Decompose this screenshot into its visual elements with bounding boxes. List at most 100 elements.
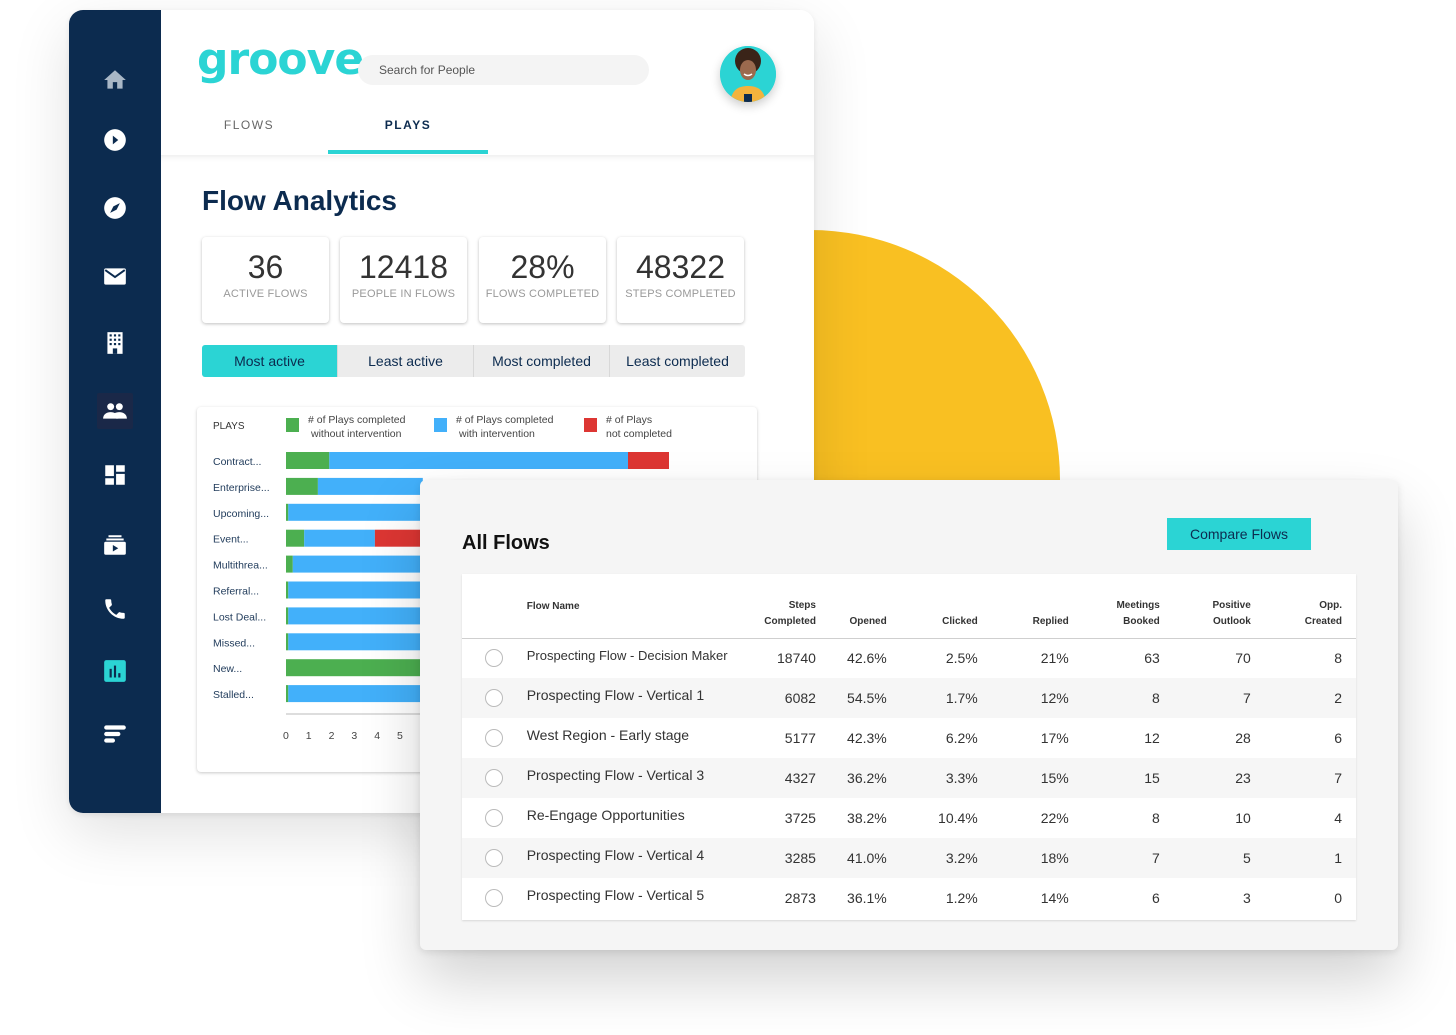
- metric-cell-opened: 54.5%: [815, 678, 887, 718]
- dashboard-icon: [105, 465, 125, 485]
- bar-chart-icon: [104, 660, 126, 682]
- table-row[interactable]: Prospecting Flow - Vertical 4 3285 41.0% 3.…: [462, 838, 1356, 878]
- x-tick-label: 0: [283, 730, 289, 742]
- metric-cell-positive: 10: [1235, 810, 1251, 826]
- metric-cell-opps: 7: [1250, 758, 1356, 798]
- x-tick-label: 4: [374, 730, 380, 742]
- flow-name-cell[interactable]: Prospecting Flow - Vertical 1: [526, 678, 740, 718]
- metric-cell-replied: 14%: [1040, 890, 1069, 906]
- legend-label: # of Plays completed: [456, 414, 554, 426]
- row-select-radio[interactable]: [485, 649, 504, 668]
- table-row[interactable]: Prospecting Flow - Vertical 5 2873 36.1% 1.…: [462, 878, 1356, 918]
- bar-segment: [317, 477, 423, 495]
- tab-flows[interactable]: FLOWS: [169, 118, 329, 154]
- x-tick-label: 3: [351, 730, 357, 742]
- table-row[interactable]: Re-Engage Opportunities 3725 38.2% 10.4% 22%…: [462, 798, 1356, 838]
- metric-cell-clicked: 1.7%: [886, 678, 978, 718]
- filter-most-completed[interactable]: Most completed: [473, 345, 609, 377]
- table-row[interactable]: Prospecting Flow - Vertical 3 4327 36.2% 3.…: [462, 758, 1356, 798]
- row-select-radio[interactable]: [485, 849, 504, 868]
- row-select-radio[interactable]: [485, 889, 504, 908]
- column-header-text: Opp.: [1319, 599, 1342, 611]
- column-header[interactable]: Opp. Created: [1250, 574, 1356, 639]
- row-select-radio[interactable]: [485, 689, 504, 708]
- bar-segment: [288, 503, 423, 521]
- metric-cell-opened: 36.1%: [847, 890, 887, 906]
- metric-cell-meetings: 12: [1144, 730, 1160, 746]
- sidebar-item-flows[interactable]: [97, 716, 133, 752]
- column-header[interactable]: Meetings Booked: [1068, 574, 1160, 639]
- metric-cell-meetings: 8: [1068, 678, 1160, 718]
- column-header[interactable]: Flow Name: [526, 574, 740, 639]
- metric-cell-positive: 3: [1243, 890, 1251, 906]
- column-header-text: Steps: [788, 599, 816, 611]
- phone-icon: [105, 599, 125, 619]
- metric-cell-steps: 18740: [777, 650, 816, 667]
- page-title: Flow Analytics: [202, 185, 398, 216]
- bar-segment: [286, 529, 305, 547]
- legend-label: without intervention: [310, 428, 402, 440]
- column-header-text: Flow Name: [526, 601, 580, 612]
- column-header[interactable]: Clicked: [886, 574, 978, 639]
- row-select-radio[interactable]: [485, 809, 504, 828]
- flow-name-cell[interactable]: West Region - Early stage: [527, 718, 739, 758]
- column-header-text: Meetings: [1116, 599, 1160, 611]
- column-header[interactable]: Opened: [815, 574, 887, 639]
- metric-cell-steps: 4327: [739, 758, 816, 798]
- bar-segment: [286, 607, 289, 625]
- metric-cell-replied: 18%: [977, 838, 1069, 878]
- x-tick-label: 2: [329, 730, 335, 742]
- column-header[interactable]: Replied: [977, 574, 1069, 639]
- flow-name-cell[interactable]: Re-Engage Opportunities: [527, 798, 739, 838]
- filter-most-active[interactable]: Most active: [202, 345, 337, 377]
- metric-cell-meetings: 7: [1068, 838, 1160, 878]
- row-select-cell: [462, 638, 527, 678]
- metric-cell-positive: 23: [1159, 758, 1251, 798]
- column-header[interactable]: Steps Completed: [739, 574, 816, 639]
- play-circle-icon: [104, 129, 126, 151]
- metric-cell-clicked: 1.2%: [945, 890, 978, 906]
- sidebar-item-play[interactable]: [97, 122, 133, 158]
- table-row[interactable]: Prospecting Flow - Decision Maker 18740 42…: [462, 638, 1356, 678]
- metric-cell-opps: 2: [1250, 678, 1356, 718]
- compare-flows-button[interactable]: Compare Flows: [1167, 518, 1311, 550]
- compass-icon: [104, 197, 126, 219]
- flow-name-cell[interactable]: Prospecting Flow - Decision Maker: [527, 638, 739, 678]
- all-flows-table-card: Flow Name Steps Completed Opened Clicked Repl…: [462, 574, 1356, 920]
- metric-cell-opened: 41.0%: [815, 838, 887, 878]
- metric-cell-clicked: 6.2%: [945, 730, 978, 746]
- stat-label: FLOWS COMPLETED: [485, 288, 600, 300]
- sidebar-item-analytics[interactable]: [97, 653, 133, 689]
- sidebar-item-home[interactable]: [97, 62, 133, 98]
- metric-cell-replied: 22%: [1040, 810, 1069, 826]
- flow-name-cell[interactable]: Prospecting Flow - Vertical 3: [526, 758, 740, 798]
- sidebar-item-people[interactable]: [97, 393, 133, 429]
- search-people-input[interactable]: [358, 55, 649, 85]
- user-avatar[interactable]: [720, 46, 776, 102]
- row-select-radio[interactable]: [485, 729, 504, 748]
- filter-least-completed[interactable]: Least completed: [609, 345, 745, 377]
- metric-cell-replied: 21%: [1040, 650, 1069, 667]
- stat-card-active-flows: 36 ACTIVE FLOWS: [202, 237, 329, 323]
- sidebar-item-email[interactable]: [97, 258, 133, 294]
- sidebar-item-accounts[interactable]: [97, 325, 133, 361]
- sidebar-item-media[interactable]: [97, 527, 133, 563]
- metric-cell-clicked: 3.3%: [886, 758, 978, 798]
- stat-value: 48322: [636, 249, 725, 285]
- table-row[interactable]: Prospecting Flow - Vertical 1 6082 54.5% 1.…: [462, 678, 1356, 718]
- row-select-radio[interactable]: [485, 769, 504, 788]
- category-label: Stalled...: [213, 689, 254, 701]
- flow-name-cell[interactable]: Prospecting Flow - Vertical 4: [526, 838, 740, 878]
- flow-name-cell[interactable]: Prospecting Flow - Vertical 5: [527, 878, 739, 918]
- sidebar-item-dashboard[interactable]: [97, 457, 133, 493]
- metric-cell-positive: 5: [1159, 838, 1251, 878]
- sidebar-item-calls[interactable]: [97, 591, 133, 627]
- tab-plays[interactable]: PLAYS: [328, 118, 488, 154]
- metric-cell-meetings: 6: [1151, 890, 1160, 906]
- filter-least-active[interactable]: Least active: [337, 345, 473, 377]
- table-row[interactable]: West Region - Early stage 5177 42.3% 6.2% 17…: [462, 718, 1356, 758]
- column-header[interactable]: Positive Outlook: [1159, 574, 1251, 639]
- sidebar-item-explore[interactable]: [97, 190, 133, 226]
- category-label: New...: [213, 663, 242, 675]
- legend-label: not completed: [606, 428, 672, 440]
